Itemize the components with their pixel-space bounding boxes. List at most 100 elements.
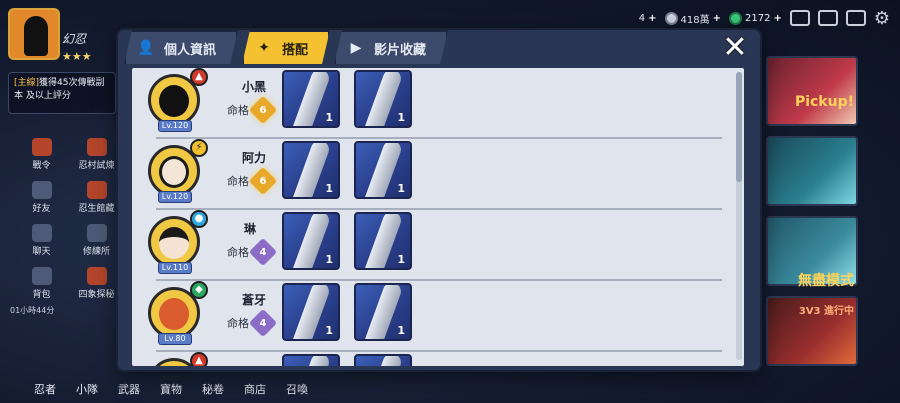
scrollbar-thumb[interactable]: [736, 72, 742, 182]
slot-level: 1: [325, 182, 333, 195]
level-badge: Lv.80: [158, 333, 192, 345]
trial-icon: [86, 138, 107, 156]
pickup-label: Pickup!: [794, 94, 854, 110]
resource-jade[interactable]: 2172 +: [729, 11, 782, 25]
friends-icon: [31, 181, 52, 199]
side-item[interactable]: 修練所: [69, 224, 124, 257]
quest-tag: [主線]: [14, 78, 40, 88]
nav-ninja[interactable]: 忍者: [34, 381, 56, 397]
weapon-slot[interactable]: 1: [354, 212, 412, 270]
tab-label: 個人資訊: [164, 42, 217, 58]
weapon-slot[interactable]: 1: [282, 212, 340, 270]
weapon-icon: [290, 356, 332, 366]
slot-level: 1: [397, 253, 405, 266]
timer-text: 01小時44分: [10, 306, 55, 315]
modal-tabs: 👤 個人資訊 ✦ 搭配 ▶ 影片收藏: [124, 30, 448, 66]
resource-silver[interactable]: 418萬 +: [664, 11, 721, 26]
side-item[interactable]: 忍生館藏: [69, 181, 124, 214]
weapon-slot[interactable]: 1: [282, 283, 340, 341]
fate-info: 命格 6: [227, 95, 278, 125]
fire-element-icon: ▲: [190, 352, 208, 366]
tab-video-collection[interactable]: ▶ 影片收藏: [334, 30, 448, 64]
gear-icon[interactable]: ⚙: [874, 8, 890, 29]
nav-treasure[interactable]: 寶物: [160, 381, 182, 397]
weapon-slot[interactable]: 1: [354, 283, 412, 341]
side-item[interactable]: 四象探秘: [69, 267, 124, 300]
side-item-label: 忍生館藏: [78, 204, 115, 214]
side-item-label: 好友: [32, 204, 51, 214]
nav-shop[interactable]: 商店: [244, 381, 266, 397]
tab-label: 影片收藏: [374, 42, 427, 58]
wind-element-icon: ◆: [190, 281, 208, 299]
pvp-label: 3V3 進行中: [798, 306, 854, 317]
tab-profile[interactable]: 👤 個人資訊: [124, 30, 238, 64]
list-item[interactable]: ● Lv.110 琳 命格 4 1 1: [132, 210, 732, 281]
weapon-slot[interactable]: 1: [282, 70, 340, 128]
lightning-element-icon: ⚡: [190, 139, 208, 157]
main-quest-tracker[interactable]: [主線]獲得45次傳戰副本 及以上評分: [8, 72, 116, 114]
mail-icon[interactable]: [817, 10, 838, 26]
fate-info: 命格 4: [227, 237, 278, 267]
ninja-name: 琳: [244, 222, 257, 236]
calendar-icon[interactable]: [789, 10, 810, 26]
weapon-slot[interactable]: [282, 354, 340, 366]
loadout-modal: 👤 個人資訊 ✦ 搭配 ▶ 影片收藏 ✕ ▲ Lv.120 小黑 命格 6 1 …: [118, 30, 760, 370]
level-badge: Lv.110: [158, 262, 192, 274]
side-item[interactable]: 聊天: [14, 224, 69, 257]
endless-label: 無盡模式: [798, 273, 854, 289]
weapon-slot[interactable]: 1: [282, 141, 340, 199]
level-badge: Lv.120: [158, 191, 192, 203]
fire-element-icon: ▲: [190, 68, 208, 86]
list-item[interactable]: ▲ Lv.120 小黑 命格 6 1 1: [132, 68, 732, 139]
side-menu: 戰令 忍村試煉 好友 忍生館藏 聊天 修練所 背包 四象探秘: [14, 138, 124, 300]
side-item[interactable]: 忍村試煉: [69, 138, 124, 171]
fate-rank-badge: 4: [248, 308, 278, 338]
fate-label: 命格: [227, 104, 249, 117]
fate-rank-badge: 6: [248, 166, 278, 196]
loadout-list[interactable]: ▲ Lv.120 小黑 命格 6 1 1 ⚡ Lv.120 阿力 命格 6 1 …: [132, 68, 744, 366]
nav-team[interactable]: 小隊: [76, 381, 98, 397]
weapon-slot[interactable]: 1: [354, 141, 412, 199]
nav-summon[interactable]: 召喚: [286, 381, 308, 397]
weapon-icon: [362, 356, 404, 366]
side-item-label: 背包: [32, 290, 51, 300]
nav-scroll[interactable]: 秘卷: [202, 381, 224, 397]
collection-icon: [86, 181, 107, 199]
add-icon[interactable]: +: [713, 13, 721, 24]
event-banner-pickup[interactable]: [766, 56, 858, 126]
announcement-icon[interactable]: [845, 10, 866, 26]
side-item[interactable]: 背包: [14, 267, 69, 300]
side-item[interactable]: 好友: [14, 181, 69, 214]
resource-ticket[interactable]: 4 +: [639, 13, 657, 24]
tab-label: 搭配: [282, 42, 309, 58]
close-button[interactable]: ✕: [720, 33, 750, 64]
silver-coin-icon: [664, 11, 678, 25]
side-item-label: 聊天: [32, 247, 51, 257]
side-item-label: 戰令: [32, 161, 51, 171]
slot-level: 1: [325, 253, 333, 266]
nav-weapon[interactable]: 武器: [118, 381, 140, 397]
add-icon[interactable]: +: [648, 13, 656, 24]
play-icon: ▶: [350, 40, 362, 56]
weapon-slot[interactable]: [354, 354, 412, 366]
event-banner[interactable]: [766, 136, 858, 206]
tab-loadout[interactable]: ✦ 搭配: [242, 30, 330, 64]
fate-label: 命格: [227, 317, 249, 330]
list-item[interactable]: ◆ Lv.80 蒼牙 命格 4 1 1: [132, 281, 732, 352]
explore-icon: [86, 267, 107, 285]
jade-icon: [729, 11, 743, 25]
training-icon: [86, 224, 107, 242]
slot-level: 1: [325, 111, 333, 124]
scrollbar[interactable]: [736, 72, 742, 360]
shuriken-icon: ✦: [258, 40, 270, 56]
add-icon[interactable]: +: [773, 13, 781, 24]
list-item[interactable]: ▲: [132, 352, 732, 366]
side-item[interactable]: 戰令: [14, 138, 69, 171]
list-item[interactable]: ⚡ Lv.120 阿力 命格 6 1 1: [132, 139, 732, 210]
slot-level: 1: [325, 324, 333, 337]
ninja-name: 蒼牙: [242, 293, 267, 307]
side-item-label: 修練所: [82, 247, 110, 257]
resource-value: 4: [638, 12, 646, 24]
resource-value: 2172: [745, 12, 771, 24]
weapon-slot[interactable]: 1: [354, 70, 412, 128]
